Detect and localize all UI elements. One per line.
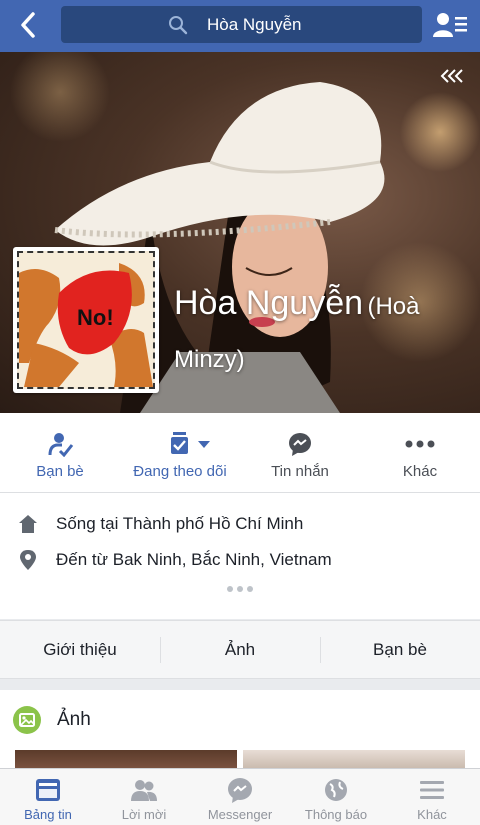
nav-notifications[interactable]: Thông báo — [288, 769, 384, 825]
more-button[interactable]: Khác — [360, 413, 480, 493]
messenger-icon — [289, 433, 311, 456]
profile-name-main: Hòa Nguyễn — [174, 284, 364, 322]
friend-requests-icon — [131, 780, 157, 801]
profile-tabs: Giới thiệu Ảnh Bạn bè — [0, 620, 480, 679]
profile-page: Hòa Nguyễn No! Hòa Nguyễn (Hoà Minzy) Bạ… — [0, 0, 480, 825]
back-arrow-icon[interactable] — [14, 10, 44, 40]
nav-more-label: Khác — [417, 807, 447, 822]
location-pin-icon — [20, 550, 36, 570]
nav-messenger-label: Messenger — [207, 807, 273, 822]
friends-button-label: Bạn bè — [36, 463, 84, 480]
info-from: Đến từ Bak Ninh, Bắc Ninh, Vietnam — [0, 545, 480, 575]
friends-button[interactable]: Bạn bè — [0, 413, 120, 493]
photo-thumbnail[interactable] — [15, 750, 237, 770]
search-input[interactable]: Hòa Nguyễn — [61, 6, 422, 43]
tab-friends[interactable]: Bạn bè — [320, 621, 480, 678]
top-bar: Hòa Nguyễn — [0, 0, 480, 52]
nav-friend-requests[interactable]: Lời mời — [96, 769, 192, 825]
news-feed-icon — [36, 779, 60, 801]
following-button-label: Đang theo dõi — [133, 463, 227, 480]
more-button-label: Khác — [402, 463, 438, 480]
tab-photos[interactable]: Ảnh — [160, 621, 320, 678]
tab-about[interactable]: Giới thiệu — [0, 621, 160, 678]
friends-check-icon — [48, 433, 74, 457]
globe-icon — [325, 779, 347, 801]
search-icon — [169, 16, 188, 35]
bottom-nav: Bảng tin Lời mời Messenger Thông báo Khá… — [0, 768, 480, 825]
search-value: Hòa Nguyễn — [207, 15, 302, 34]
messenger-icon — [228, 778, 252, 803]
cover-photo[interactable]: No! Hòa Nguyễn (Hoà Minzy) — [0, 52, 480, 413]
nav-news-feed-label: Bảng tin — [24, 807, 72, 822]
avatar-map-image: No! — [17, 251, 155, 389]
following-icon — [171, 432, 210, 454]
nav-messenger[interactable]: Messenger — [192, 769, 288, 825]
nav-friend-requests-label: Lời mời — [121, 807, 167, 822]
photos-section-title: Ảnh — [57, 709, 91, 730]
collapse-chevrons-icon[interactable] — [440, 68, 466, 84]
nav-news-feed[interactable]: Bảng tin — [0, 769, 96, 825]
photo-thumbnail[interactable] — [243, 750, 465, 770]
avatar-no-text: No! — [77, 305, 114, 330]
friends-list-icon[interactable] — [432, 11, 468, 39]
info-lives-in: Sống tại Thành phố Hồ Chí Minh — [0, 509, 480, 539]
more-dots-icon — [405, 440, 435, 448]
from-text: Đến từ Bak Ninh, Bắc Ninh, Vietnam — [56, 550, 332, 569]
expand-dots-icon[interactable] — [226, 585, 254, 593]
lives-in-text: Sống tại Thành phố Hồ Chí Minh — [56, 514, 304, 533]
home-icon — [19, 515, 37, 533]
photos-section: Ảnh — [0, 690, 480, 770]
profile-actions: Bạn bè Đang theo dõi Tin nhắn Khác — [0, 413, 480, 493]
intro-info: Sống tại Thành phố Hồ Chí Minh Đến từ Ba… — [0, 493, 480, 619]
nav-more[interactable]: Khác — [384, 769, 480, 825]
nav-notifications-label: Thông báo — [304, 807, 368, 822]
message-button[interactable]: Tin nhắn — [240, 413, 360, 493]
profile-picture[interactable]: No! — [13, 247, 159, 393]
message-button-label: Tin nhắn — [271, 463, 329, 480]
following-button[interactable]: Đang theo dõi — [120, 413, 240, 493]
photos-icon — [13, 706, 41, 734]
menu-icon — [420, 781, 444, 799]
profile-name: Hòa Nguyễn (Hoà Minzy) — [174, 278, 464, 388]
